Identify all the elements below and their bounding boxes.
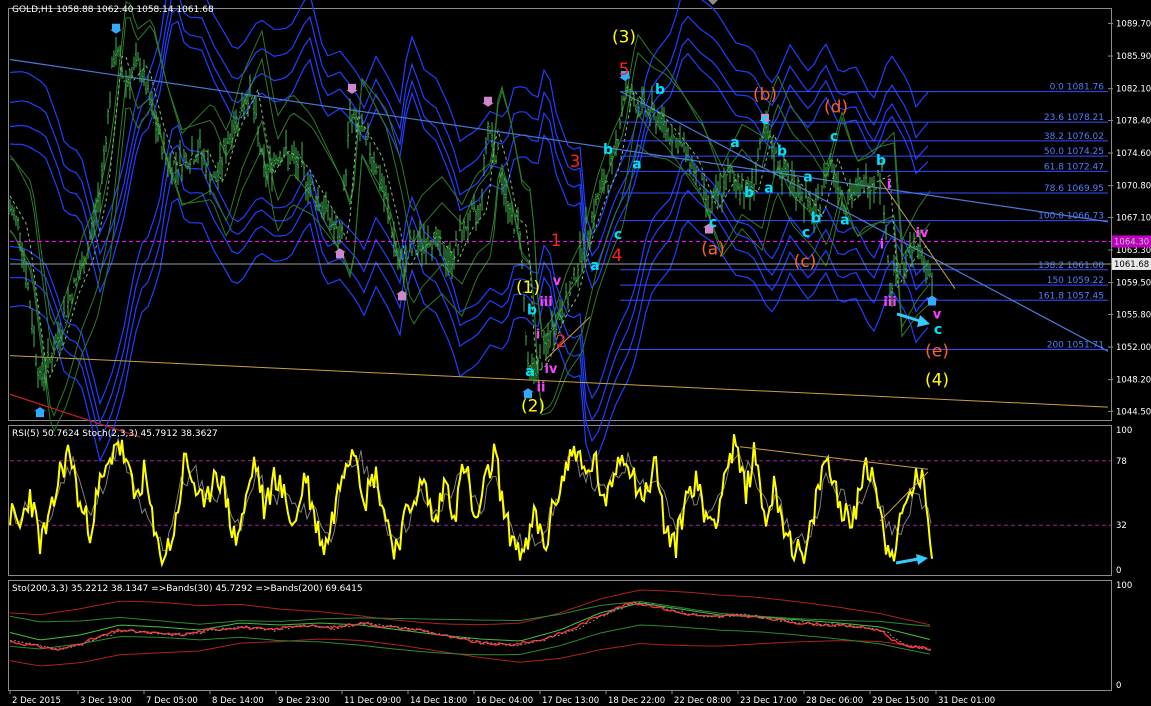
x-tick-label: 23 Dec 17:00: [740, 696, 797, 706]
wave-label: (e): [925, 341, 949, 361]
x-tick-label: 18 Dec 22:00: [608, 696, 665, 706]
wave-label: c: [830, 129, 838, 145]
y-tick-label: 1070.80: [1116, 182, 1151, 192]
y-tick-label: 1048.20: [1116, 376, 1151, 386]
wave-label: v: [553, 274, 562, 289]
price-tag-label: 1061.68: [1114, 260, 1149, 270]
wave-label: v: [933, 308, 942, 323]
wave-label: c: [614, 227, 622, 243]
x-tick-label: 7 Dec 05:00: [146, 696, 198, 706]
fib-level-label: 78.6 1069.95: [1044, 184, 1104, 194]
wave-label: (c): [794, 252, 817, 272]
wave-label: a: [590, 258, 599, 274]
wave-label: c: [934, 322, 942, 338]
wave-label: iv: [916, 226, 929, 241]
chart-title: GOLD,H1 1058.88 1062.40 1058.14 1061.68: [12, 5, 214, 15]
rsi-y-tick-label: 32: [1116, 521, 1127, 531]
x-tick-label: 2 Dec 2015: [12, 696, 61, 706]
wave-label: iii: [883, 295, 896, 310]
chart-background: [0, 0, 1151, 706]
sto-y-tick-label: 100: [1116, 581, 1132, 591]
price-tag-label: 1064.30: [1114, 237, 1149, 247]
wave-label: i: [536, 327, 540, 342]
y-tick-label: 1082.10: [1116, 85, 1151, 95]
x-tick-label: 14 Dec 18:00: [410, 696, 467, 706]
wave-label: i: [880, 237, 884, 252]
x-tick-label: 17 Dec 13:00: [542, 696, 599, 706]
fib-level-label: 161.8 1057.45: [1038, 291, 1104, 301]
x-tick-label: 16 Dec 04:00: [476, 696, 533, 706]
rsi-y-tick-label: 0: [1116, 566, 1121, 576]
wave-label: b: [603, 142, 613, 158]
wave-label: iii: [539, 295, 552, 310]
y-tick-label: 1055.80: [1116, 310, 1151, 320]
wave-label: a: [764, 181, 773, 197]
wave-label: 5: [619, 60, 630, 80]
y-tick-label: 1059.50: [1116, 279, 1151, 289]
wave-label: (3): [612, 27, 636, 47]
y-tick-label: 1089.70: [1116, 19, 1151, 29]
y-tick-label: 1044.50: [1116, 407, 1151, 417]
sto-title: Sto(200,3,3) 35.2212 38.1347 =>Bands(30)…: [12, 584, 363, 594]
y-tick-label: 1067.10: [1116, 213, 1151, 223]
wave-label: b: [655, 82, 665, 98]
rsi-y-tick-label: 100: [1116, 426, 1132, 436]
x-tick-label: 11 Dec 09:00: [344, 696, 401, 706]
fib-level-label: 0.0 1081.76: [1050, 83, 1105, 93]
wave-label: c: [761, 112, 769, 128]
wave-label: 3: [570, 152, 581, 172]
wave-label: a: [730, 135, 739, 151]
wave-label: b: [777, 144, 787, 160]
wave-label: c: [709, 215, 717, 231]
wave-label: ii: [537, 381, 546, 396]
wave-label: (4): [925, 371, 949, 391]
wave-label: a: [840, 212, 849, 228]
x-tick-label: 31 Dec 01:00: [938, 696, 995, 706]
fib-level-label: 50.0 1074.25: [1044, 147, 1104, 157]
x-tick-label: 22 Dec 08:00: [674, 696, 731, 706]
fib-level-label: 38.2 1076.02: [1044, 132, 1104, 142]
fib-level-label: 138.2 1061.00: [1038, 261, 1104, 271]
wave-label: i: [887, 177, 891, 192]
sto-y-tick-label: 0: [1116, 681, 1121, 691]
fib-level-label: 61.8 1072.47: [1044, 162, 1104, 172]
x-tick-label: 29 Dec 15:00: [872, 696, 929, 706]
wave-label: a: [803, 169, 812, 185]
wave-label: c: [802, 225, 810, 241]
mt4-chart[interactable]: 0.0 1081.76 23.6 1078.21 38.2 1076.02 50.0 …: [0, 0, 1151, 706]
y-tick-label: 1078.40: [1116, 116, 1151, 126]
fib-level-label: 200 1051.71: [1047, 341, 1104, 351]
wave-label: (a): [701, 239, 725, 259]
wave-label: (2): [521, 396, 545, 416]
rsi-y-tick-label: 78: [1116, 457, 1127, 467]
x-tick-label: 3 Dec 19:00: [80, 696, 132, 706]
wave-label: a: [632, 157, 641, 173]
wave-label: b: [811, 211, 821, 227]
wave-label: 2: [556, 332, 567, 352]
wave-label: b: [744, 185, 754, 201]
wave-label: a: [525, 364, 534, 380]
wave-label: (1): [516, 278, 540, 298]
fib-level-label: 150 1059.22: [1047, 276, 1104, 286]
y-tick-label: 1085.90: [1116, 52, 1151, 62]
wave-label: (d): [824, 98, 848, 118]
wave-label: (b): [753, 85, 777, 105]
wave-label: iv: [545, 362, 558, 377]
wave-label: b: [527, 302, 537, 318]
x-tick-label: 9 Dec 23:00: [278, 696, 330, 706]
rsi-title: RSI(5) 50.7624 Stoch(2,3,3) 45.7912 38.3…: [12, 429, 218, 439]
y-tick-label: 1074.60: [1116, 149, 1151, 159]
y-tick-label: 1063.30: [1116, 246, 1151, 256]
wave-label: b: [876, 153, 886, 169]
wave-label: 4: [612, 246, 623, 266]
fib-level-label: 23.6 1078.21: [1044, 113, 1104, 123]
y-tick-label: 1052.00: [1116, 343, 1151, 353]
x-tick-label: 8 Dec 14:00: [212, 696, 264, 706]
x-tick-label: 28 Dec 06:00: [806, 696, 863, 706]
wave-label: 1: [551, 231, 562, 251]
